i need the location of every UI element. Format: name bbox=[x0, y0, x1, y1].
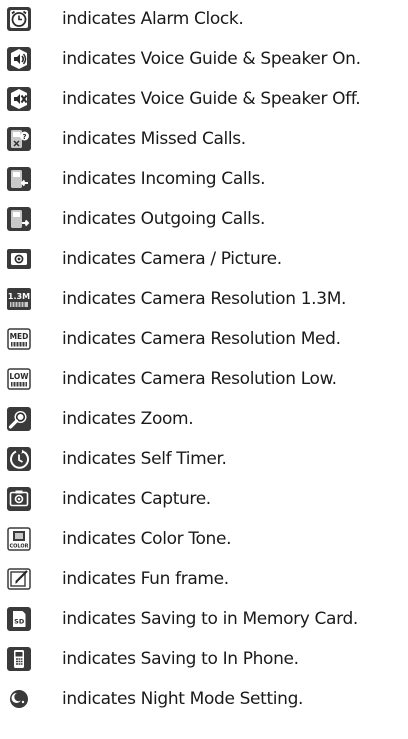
legend-item-night-mode: indicates Night Mode Setting. bbox=[0, 680, 408, 720]
memory-card-icon: SD bbox=[6, 606, 32, 632]
legend-item-capture: indicates Capture. bbox=[0, 480, 408, 520]
alarm-clock-icon bbox=[6, 6, 32, 32]
camera-picture-icon bbox=[6, 246, 32, 272]
legend-item-incoming-calls: indicates Incoming Calls. bbox=[0, 160, 408, 200]
legend-item-zoom: indicates Zoom. bbox=[0, 400, 408, 440]
legend-item-text: indicates Capture. bbox=[62, 489, 211, 509]
legend-item-self-timer: indicates Self Timer. bbox=[0, 440, 408, 480]
color-tone-label: COLOR bbox=[9, 544, 28, 550]
resolution-med-label: MED bbox=[10, 332, 29, 341]
legend-item-outgoing-calls: indicates Outgoing Calls. bbox=[0, 200, 408, 240]
camera-resolution-low-icon: LOW bbox=[6, 366, 32, 392]
camera-resolution-1-3m-icon: 1.3M bbox=[6, 286, 32, 312]
legend-item-text: indicates Alarm Clock. bbox=[62, 9, 244, 29]
legend-item-text: indicates Night Mode Setting. bbox=[62, 689, 304, 709]
capture-icon bbox=[6, 486, 32, 512]
legend-item-text: indicates Self Timer. bbox=[62, 449, 227, 469]
legend-item-voice-guide-speaker-on: indicates Voice Guide & Speaker On. bbox=[0, 40, 408, 80]
legend-item-camera-picture: indicates Camera / Picture. bbox=[0, 240, 408, 280]
legend-item-alarm-clock: indicates Alarm Clock. bbox=[0, 0, 408, 40]
incoming-calls-icon bbox=[6, 166, 32, 192]
voice-guide-speaker-off-icon bbox=[6, 86, 32, 112]
phone-memory-icon bbox=[6, 646, 32, 672]
legend-item-text: indicates Fun frame. bbox=[62, 569, 229, 589]
missed-calls-icon: ? bbox=[6, 126, 32, 152]
legend-item-text: indicates Voice Guide & Speaker On. bbox=[62, 49, 361, 69]
legend-item-text: indicates Outgoing Calls. bbox=[62, 209, 266, 229]
legend-item-camera-resolution-med: MED indicates Camera Resolution Med. bbox=[0, 320, 408, 360]
legend-item-memory-card: SD indicates Saving to in Memory Card. bbox=[0, 600, 408, 640]
svg-text:?: ? bbox=[22, 133, 26, 141]
legend-item-text: indicates Incoming Calls. bbox=[62, 169, 266, 189]
legend-item-camera-resolution-low: LOW indicates Camera Resolution Low. bbox=[0, 360, 408, 400]
legend-item-voice-guide-speaker-off: indicates Voice Guide & Speaker Off. bbox=[0, 80, 408, 120]
legend-item-camera-resolution-1-3m: 1.3M indicates Camera Resolution 1.3M. bbox=[0, 280, 408, 320]
legend-item-text: indicates Saving to In Phone. bbox=[62, 649, 299, 669]
legend-item-text: indicates Zoom. bbox=[62, 409, 194, 429]
voice-guide-speaker-on-icon bbox=[6, 46, 32, 72]
color-tone-icon: COLOR bbox=[6, 526, 32, 552]
self-timer-icon bbox=[6, 446, 32, 472]
legend-item-text: indicates Camera Resolution 1.3M. bbox=[62, 289, 347, 309]
outgoing-calls-icon bbox=[6, 206, 32, 232]
legend-item-phone-memory: indicates Saving to In Phone. bbox=[0, 640, 408, 680]
legend-item-text: indicates Camera Resolution Low. bbox=[62, 369, 337, 389]
memory-card-label: SD bbox=[14, 618, 25, 626]
resolution-high-label: 1.3M bbox=[8, 292, 30, 301]
legend-item-text: indicates Camera / Picture. bbox=[62, 249, 282, 269]
legend-item-color-tone: COLOR indicates Color Tone. bbox=[0, 520, 408, 560]
fun-frame-icon bbox=[6, 566, 32, 592]
night-mode-icon bbox=[6, 686, 32, 712]
resolution-low-label: LOW bbox=[9, 372, 29, 381]
legend-item-text: indicates Camera Resolution Med. bbox=[62, 329, 341, 349]
legend-item-text: indicates Color Tone. bbox=[62, 529, 232, 549]
legend-item-text: indicates Voice Guide & Speaker Off. bbox=[62, 89, 361, 109]
legend-item-fun-frame: indicates Fun frame. bbox=[0, 560, 408, 600]
legend-item-text: indicates Saving to in Memory Card. bbox=[62, 609, 358, 629]
zoom-icon bbox=[6, 406, 32, 432]
camera-resolution-med-icon: MED bbox=[6, 326, 32, 352]
legend-item-missed-calls: ? indicates Missed Calls. bbox=[0, 120, 408, 160]
legend-item-text: indicates Missed Calls. bbox=[62, 129, 246, 149]
